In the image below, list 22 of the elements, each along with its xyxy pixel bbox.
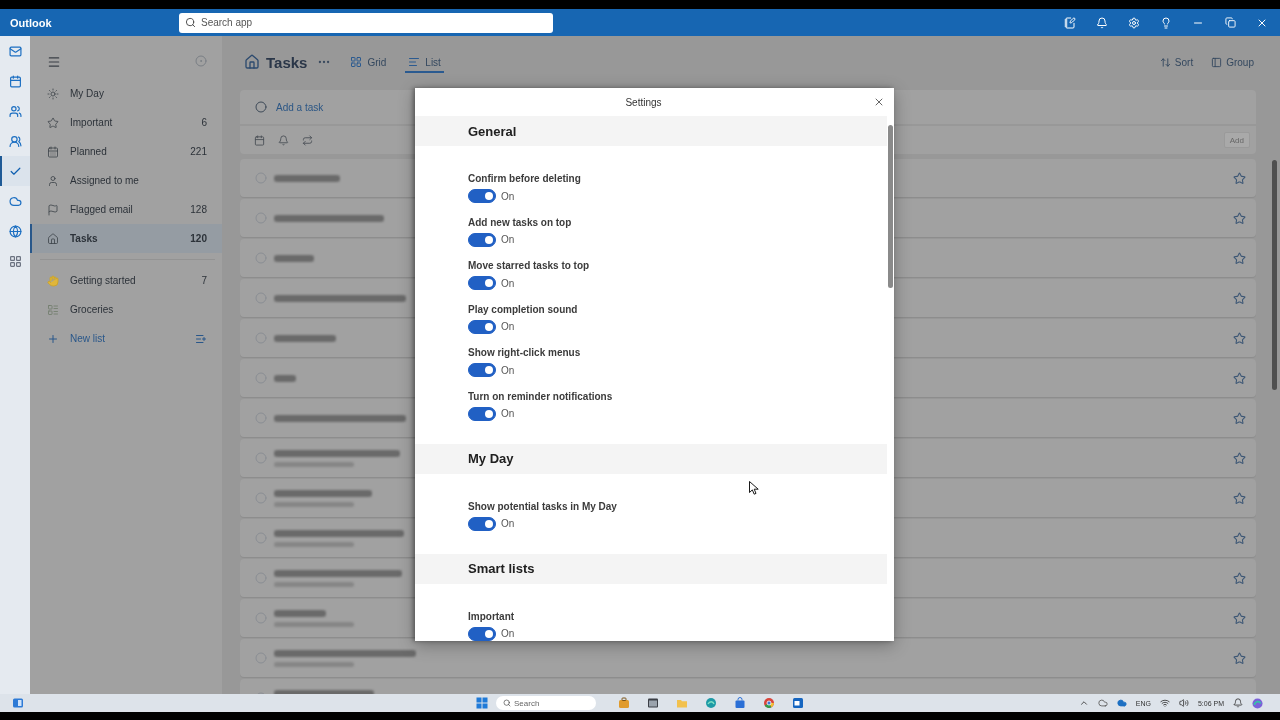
setting-label: Show potential tasks in My Day [468,499,617,514]
setting-label: Add new tasks on top [468,215,572,230]
setting-label: Important [468,609,515,624]
toggle-status: On [501,364,515,376]
dialog-title: Settings [625,96,662,108]
toggle-status: On [501,190,515,202]
toggle-status: On [501,518,515,529]
setting-label: Show right-click menus [468,346,581,360]
toggle-status: On [501,277,515,289]
section-heading: General [415,116,887,146]
setting-label: Play completion sound [468,302,578,317]
page-title: Tasks [266,53,308,71]
toggle-status: On [501,408,515,419]
section-heading: My Day [415,443,887,474]
section-heading: Smart lists [415,553,887,584]
toggle-status: On [501,628,515,639]
setting-label: Move starred tasks to top [468,259,590,273]
toggle-status: On [501,321,515,332]
app-name: Outlook [9,16,53,29]
setting-label: Turn on reminder notifications [468,389,613,404]
setting-label: Confirm before deleting [468,172,581,186]
toggle-status: On [501,234,515,245]
